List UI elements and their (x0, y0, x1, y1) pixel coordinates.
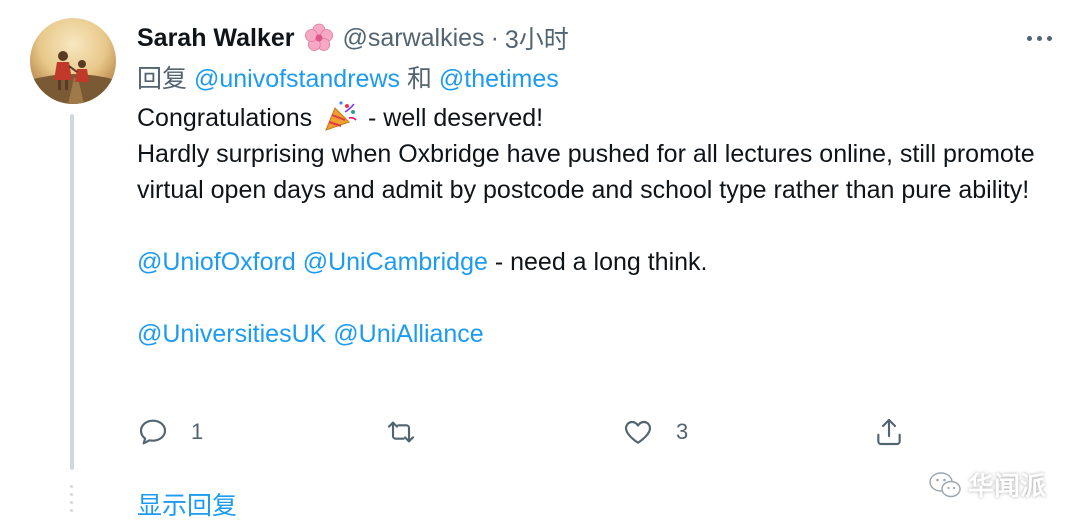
mention-link[interactable]: @UniCambridge (303, 248, 488, 276)
comment-icon (139, 419, 167, 445)
more-horizontal-icon[interactable] (1022, 24, 1056, 52)
author-name[interactable]: Sarah Walker (137, 24, 294, 53)
watermark-text: 华闻派 (968, 471, 1047, 501)
reply-button[interactable]: 1 (137, 410, 203, 454)
share-button[interactable] (873, 410, 905, 454)
like-button[interactable]: 3 (622, 410, 688, 454)
tweet-header: Sarah Walker @sarwalkies · 3小时 (137, 20, 569, 56)
tweet-line-1: Congratulations - well deserved! (137, 100, 1037, 136)
mention-link[interactable]: @UniAlliance (333, 320, 483, 348)
mention-link[interactable]: @UniofOxford (137, 248, 296, 276)
retweet-button[interactable] (385, 410, 439, 454)
author-handle[interactable]: @sarwalkies (342, 24, 484, 53)
tweet-mentions-line: @UniversitiesUK @UniAlliance (137, 316, 1037, 352)
retweet-icon (387, 421, 415, 443)
mention-link[interactable]: @UniversitiesUK (137, 320, 326, 348)
reply-to-conjunction: 和 (406, 65, 432, 93)
tweet-actions-bar: 1 3 (0, 410, 1080, 454)
heart-icon (624, 420, 652, 444)
reply-to-user-link[interactable]: @thetimes (439, 65, 559, 93)
avatar[interactable] (30, 18, 116, 104)
reply-to-prefix: 回复 (137, 65, 188, 93)
header-separator: · (490, 23, 499, 52)
wechat-icon (929, 471, 961, 497)
tweet-text-segment: - need a long think. (494, 248, 708, 276)
share-icon (877, 418, 901, 446)
tweet-text-segment: - well deserved! (368, 104, 544, 132)
party-popper-icon (323, 100, 357, 132)
avatar-image (30, 51, 116, 104)
tweet-timestamp[interactable]: 3小时 (505, 20, 569, 56)
cherry-blossom-icon (304, 23, 334, 53)
tweet-text: Congratulations - well deserved! Hardly … (137, 100, 1037, 352)
like-count: 3 (676, 419, 689, 444)
reply-to-user-link[interactable]: @univofstandrews (194, 65, 400, 93)
tweet-mentions-line: @UniofOxford @UniCambridge - need a long… (137, 244, 1037, 280)
tweet-text-segment: Congratulations (137, 104, 313, 132)
reply-count: 1 (191, 419, 204, 444)
tweet-paragraph: Hardly surprising when Oxbridge have pus… (137, 140, 1035, 204)
thread-continuation-dots (70, 485, 74, 517)
reply-context: 回复 @univofstandrews 和 @thetimes (137, 62, 559, 96)
watermark: 华闻派 (928, 466, 1046, 503)
show-replies-link[interactable]: 显示回复 (137, 486, 237, 522)
